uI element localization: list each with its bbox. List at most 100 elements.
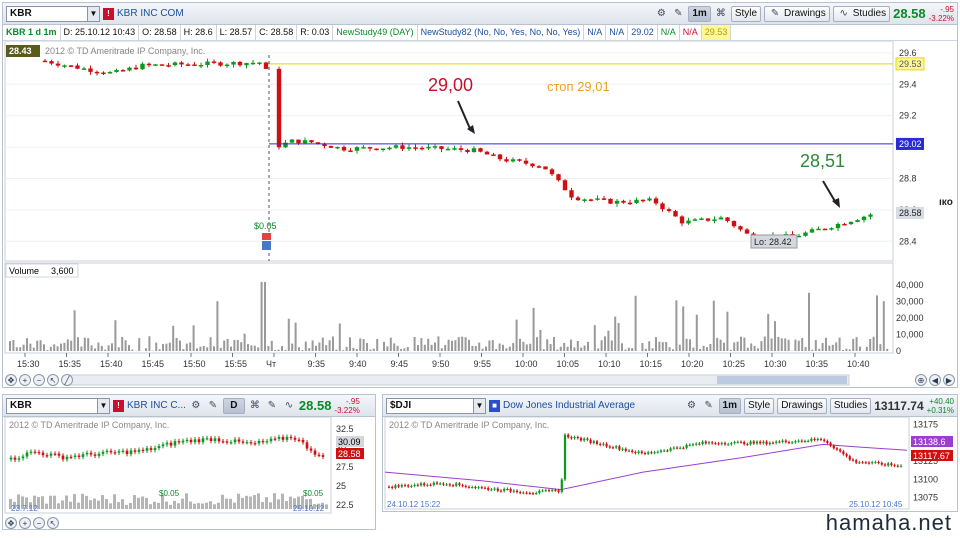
scroll-right-icon[interactable]: ▶	[943, 374, 955, 386]
move-icon[interactable]: ✥	[5, 374, 17, 386]
entry-annotation[interactable]: 29,00	[428, 75, 473, 95]
volume-bar	[746, 347, 749, 351]
wrench-icon[interactable]: ✎	[206, 399, 220, 413]
index-icon[interactable]: ■	[489, 399, 500, 412]
target-annotation[interactable]: 28,51	[800, 151, 845, 171]
style-icon[interactable]: ⌘	[714, 7, 728, 21]
zoom-out-icon[interactable]: −	[33, 517, 45, 529]
left-change: -.95	[346, 396, 360, 406]
time-tick: 10:30	[764, 359, 787, 369]
volume-bar	[87, 338, 90, 351]
chevron-down-icon[interactable]: ▼	[87, 6, 99, 21]
volume-bar	[294, 322, 297, 351]
chevron-down-icon[interactable]: ▼	[97, 398, 109, 413]
left-interval-button[interactable]: D	[222, 397, 245, 414]
right-symbol-selector[interactable]: $DJI ▼	[386, 397, 486, 414]
left-dividend-1[interactable]: $0.05	[159, 489, 180, 498]
style-button[interactable]: Style	[730, 5, 762, 22]
style-icon[interactable]: ⌘	[248, 399, 262, 413]
study1-label[interactable]: NewStudy49 (DAY)	[333, 25, 418, 40]
left-symbol-selector[interactable]: KBR ▼	[6, 397, 110, 414]
pencil-icon[interactable]: ✎	[265, 399, 279, 413]
right-candle-body	[864, 462, 867, 464]
volume-bar	[712, 300, 715, 351]
left-daily-chart[interactable]: 2012 © TD Ameritrade IP Company, Inc. 32…	[3, 417, 375, 517]
interval-button[interactable]: 1m	[688, 5, 711, 22]
left-sub-panel: KBR ▼ ! KBR INC C... ⚙ ✎ D ⌘ ✎ ∿ 28.58 -…	[2, 394, 376, 530]
zoom-icon[interactable]: ⊕	[915, 374, 927, 386]
right-studies-button[interactable]: Studies	[829, 397, 872, 414]
scroll-left-icon[interactable]: ◀	[929, 374, 941, 386]
flag-icon[interactable]: !	[103, 7, 114, 20]
volume-bar	[454, 340, 457, 351]
earnings-icon[interactable]	[262, 241, 271, 250]
link-icon[interactable]: ⚙	[654, 7, 668, 21]
left-volume-bar	[113, 494, 116, 509]
candle-body	[634, 199, 639, 203]
right-interval-button[interactable]: 1m	[718, 397, 741, 414]
candle-body	[842, 223, 847, 226]
move-icon[interactable]: ✥	[5, 517, 17, 529]
link-icon[interactable]: ⚙	[189, 399, 203, 413]
volume-bar	[107, 345, 110, 351]
right-candle-body	[595, 441, 599, 444]
volume-bar	[457, 337, 460, 351]
candle-body	[107, 71, 113, 74]
candle-body	[166, 65, 171, 67]
symbol-value[interactable]: KBR	[7, 8, 87, 19]
right-symbol-value[interactable]: $DJI	[387, 400, 473, 411]
drawings-button[interactable]: ✎ Drawings	[764, 5, 830, 22]
left-volume-bar	[237, 493, 240, 509]
volume-bar	[767, 313, 770, 351]
right-candle-body	[653, 452, 656, 454]
wrench-icon[interactable]: ✎	[671, 7, 685, 21]
left-candle-body	[157, 446, 161, 449]
line-tool-icon[interactable]: ╱	[61, 374, 73, 386]
right-style-button[interactable]: Style	[743, 397, 775, 414]
candle-body	[348, 150, 353, 152]
zoom-in-icon[interactable]: +	[19, 374, 31, 386]
left-symbol-value[interactable]: KBR	[7, 400, 97, 411]
studies-button[interactable]: ∿ Studies	[832, 5, 891, 22]
dividend-icon[interactable]	[262, 233, 271, 240]
candle-body	[868, 214, 873, 217]
flag-icon[interactable]: !	[113, 399, 124, 412]
studies-icon[interactable]: ∿	[282, 399, 296, 413]
right-drawings-label: Drawings	[781, 400, 823, 411]
right-candle-body	[442, 483, 445, 485]
scrollbar-thumb[interactable]	[717, 376, 847, 384]
right-candle-body	[858, 462, 861, 464]
volume-bar	[831, 344, 834, 351]
cursor-icon[interactable]: ↖	[47, 374, 59, 386]
candle-body	[406, 147, 412, 149]
link-icon[interactable]: ⚙	[685, 399, 699, 413]
change-percent: -3.22%	[928, 13, 954, 23]
volume-bar	[80, 346, 83, 351]
volume-bar	[213, 346, 215, 351]
volume-bar	[719, 339, 722, 351]
study2-label[interactable]: NewStudy82 (No, No, Yes, No, No, Yes)	[418, 25, 585, 40]
stop-annotation[interactable]: стоп 29,01	[547, 79, 610, 94]
right-candle-body	[611, 447, 615, 449]
right-candle-body	[451, 485, 455, 487]
chevron-down-icon[interactable]: ▼	[473, 398, 485, 413]
main-price-chart[interactable]: 28.43 2012 © TD Ameritrade IP Company, I…	[3, 41, 957, 387]
dividend-label[interactable]: $0.05	[254, 221, 277, 231]
cursor-icon[interactable]: ↖	[47, 517, 59, 529]
na3-label: N/A	[658, 25, 680, 40]
volume-bar	[808, 292, 810, 351]
left-dividend-2[interactable]: $0.05	[303, 489, 324, 498]
symbol-selector[interactable]: KBR ▼	[6, 5, 100, 22]
right-candle-body	[755, 441, 759, 444]
zoom-in-icon[interactable]: +	[19, 517, 31, 529]
right-candle-body	[855, 460, 858, 463]
right-dji-chart[interactable]: 2012 © TD Ameritrade IP Company, Inc. 13…	[383, 417, 957, 511]
candle-body	[192, 64, 197, 66]
wrench-icon[interactable]: ✎	[702, 399, 716, 413]
volume-bar	[488, 340, 491, 351]
right-drawings-button[interactable]: Drawings	[777, 397, 827, 414]
left-candle-body	[137, 449, 141, 452]
right-candle-body	[602, 443, 605, 445]
left-volume-bar	[185, 493, 188, 509]
zoom-out-icon[interactable]: −	[33, 374, 45, 386]
